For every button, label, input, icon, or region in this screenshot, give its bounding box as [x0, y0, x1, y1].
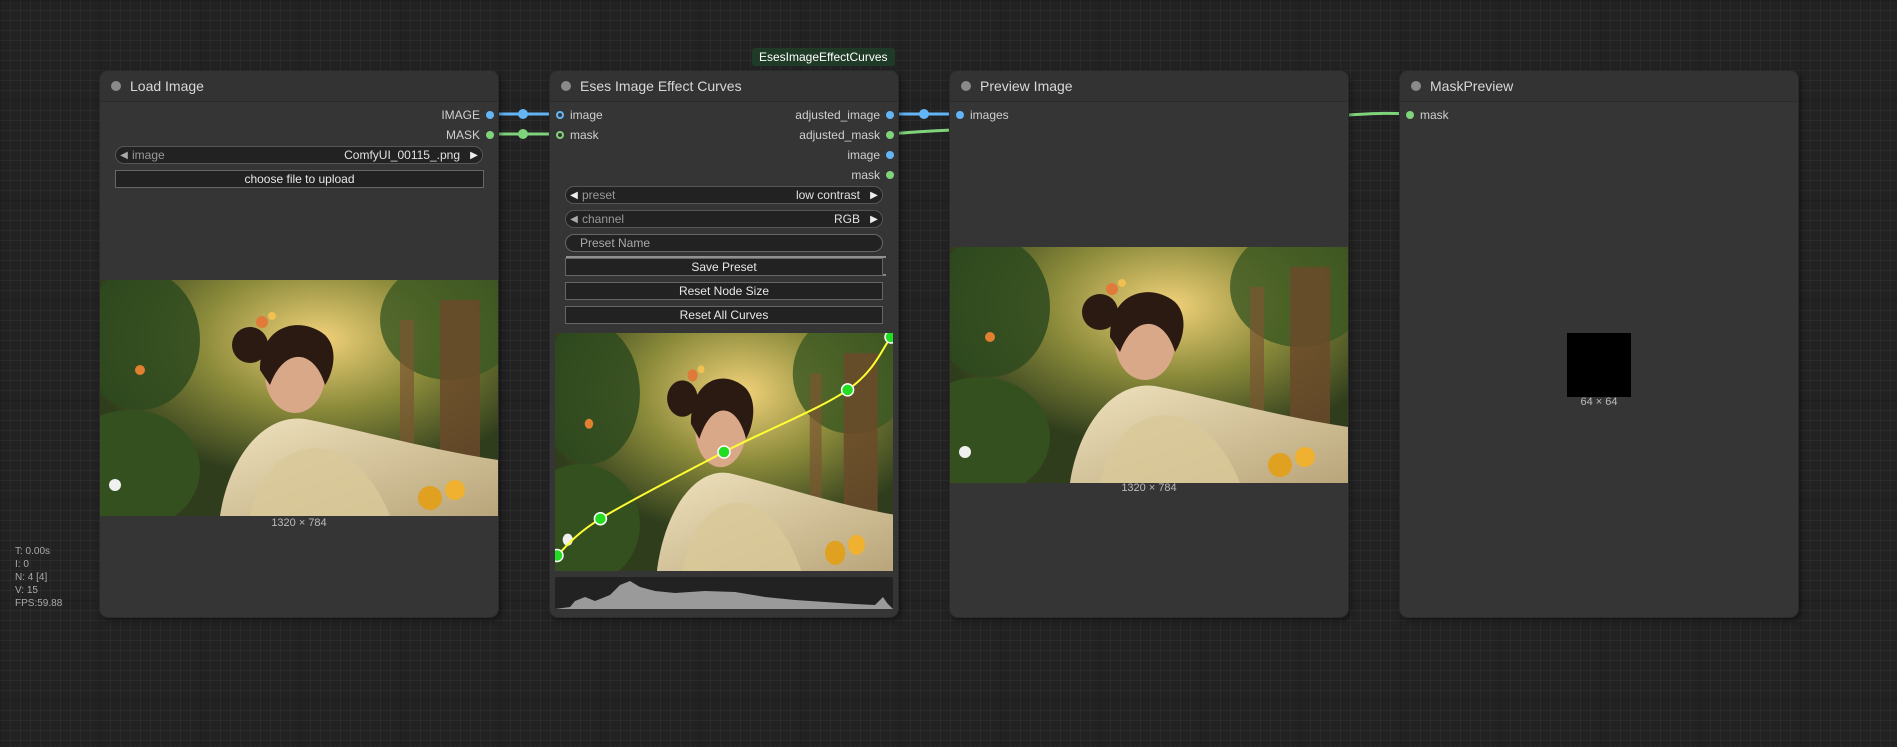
- collapse-dot-icon[interactable]: [961, 81, 971, 91]
- node-title-bar[interactable]: MaskPreview: [1400, 71, 1798, 102]
- group-label[interactable]: EsesImageEffectCurves: [752, 48, 895, 66]
- curve-control-point[interactable]: [555, 548, 564, 563]
- link-midpoint[interactable]: [518, 129, 528, 139]
- mask-image: [1567, 333, 1631, 397]
- preview-image-node[interactable]: Preview Image images 1320 × 784: [950, 71, 1348, 617]
- input-slot-mask[interactable]: mask: [556, 128, 599, 142]
- slot-dot-icon[interactable]: [956, 111, 964, 119]
- slot-dot-icon[interactable]: [886, 151, 894, 159]
- node-title-bar[interactable]: Preview Image: [950, 71, 1348, 102]
- image-dimensions: 1320 × 784: [271, 517, 327, 529]
- link-midpoint[interactable]: [919, 109, 929, 119]
- arrow-right-icon[interactable]: ▶: [466, 150, 482, 161]
- input-slot-images[interactable]: images: [956, 108, 1009, 122]
- reset-node-size-button[interactable]: Reset Node Size: [565, 282, 883, 300]
- perf-stats: T: 0.00s I: 0 N: 4 [4] V: 15 FPS:59.88: [15, 546, 63, 609]
- node-title: MaskPreview: [1430, 78, 1514, 94]
- slot-dot-icon[interactable]: [1406, 111, 1414, 119]
- output-slot-image[interactable]: IMAGE: [441, 108, 494, 122]
- slot-dot-icon[interactable]: [486, 131, 494, 139]
- load-image-node[interactable]: Load Image IMAGE MASK ◀ image ComfyUI_00…: [100, 71, 498, 617]
- preset-name-input[interactable]: Preset Name: [565, 234, 883, 252]
- reset-all-curves-button[interactable]: Reset All Curves: [565, 306, 883, 324]
- arrow-left-icon[interactable]: ◀: [566, 214, 582, 225]
- input-slot-image[interactable]: image: [556, 108, 603, 122]
- node-title: Load Image: [130, 78, 204, 94]
- image-dimensions: 1320 × 784: [1121, 482, 1177, 494]
- arrow-right-icon[interactable]: ▶: [866, 214, 882, 225]
- curve-control-point[interactable]: [593, 511, 608, 526]
- curve-control-point[interactable]: [717, 445, 731, 459]
- preset-combo[interactable]: ◀ preset low contrast ▶: [565, 186, 883, 204]
- image-combo[interactable]: ◀ image ComfyUI_00115_.png ▶: [115, 146, 483, 164]
- node-title-bar[interactable]: Eses Image Effect Curves: [550, 71, 898, 102]
- collapse-dot-icon[interactable]: [111, 81, 121, 91]
- output-slot-mask[interactable]: MASK: [446, 128, 494, 142]
- slot-dot-icon[interactable]: [556, 111, 564, 119]
- image-dimensions: 64 × 64: [1580, 396, 1618, 408]
- slot-dot-icon[interactable]: [886, 131, 894, 139]
- arrow-left-icon[interactable]: ◀: [566, 190, 582, 201]
- arrow-right-icon[interactable]: ▶: [866, 190, 882, 201]
- slot-dot-icon[interactable]: [886, 171, 894, 179]
- save-preset-button[interactable]: Save Preset: [565, 258, 883, 276]
- slot-dot-icon[interactable]: [486, 111, 494, 119]
- curve-control-point[interactable]: [884, 333, 893, 344]
- image-preview: [100, 280, 498, 516]
- link-adjusted-mask-to-maskpreview[interactable]: [888, 128, 954, 136]
- mask-preview-node[interactable]: MaskPreview mask 64 × 64: [1400, 71, 1798, 617]
- preview-image: [950, 247, 1348, 483]
- arrow-left-icon[interactable]: ◀: [116, 150, 132, 161]
- node-title: Eses Image Effect Curves: [580, 78, 742, 94]
- curves-node[interactable]: Eses Image Effect Curves image mask adju…: [550, 71, 898, 617]
- output-slot-adjusted-mask[interactable]: adjusted_mask: [799, 128, 894, 142]
- upload-button[interactable]: choose file to upload: [115, 170, 484, 188]
- output-slot-adjusted-image[interactable]: adjusted_image: [795, 108, 894, 122]
- collapse-dot-icon[interactable]: [561, 81, 571, 91]
- input-slot-mask[interactable]: mask: [1406, 108, 1449, 122]
- slot-dot-icon[interactable]: [556, 131, 564, 139]
- collapse-dot-icon[interactable]: [1411, 81, 1421, 91]
- node-title: Preview Image: [980, 78, 1073, 94]
- curve-control-point[interactable]: [840, 383, 855, 397]
- channel-combo[interactable]: ◀ channel RGB ▶: [565, 210, 883, 228]
- node-title-bar[interactable]: Load Image: [100, 71, 498, 102]
- output-slot-image[interactable]: image: [847, 148, 894, 162]
- output-slot-mask[interactable]: mask: [851, 168, 894, 182]
- curve-overlay[interactable]: [555, 333, 893, 571]
- link-midpoint[interactable]: [518, 109, 528, 119]
- histogram: [555, 577, 893, 609]
- slot-dot-icon[interactable]: [886, 111, 894, 119]
- curve-editor[interactable]: [555, 333, 893, 571]
